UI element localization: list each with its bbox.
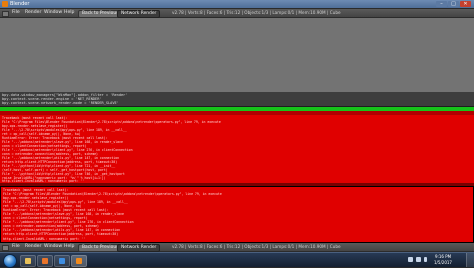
close-button[interactable]: ✕ — [460, 1, 471, 7]
show-desktop-button[interactable] — [466, 253, 474, 267]
maximize-button[interactable]: □ — [448, 1, 459, 7]
taskbar-app[interactable] — [37, 255, 53, 267]
editor-type-icon[interactable] — [2, 245, 9, 251]
network-icon[interactable] — [408, 257, 413, 262]
back-to-previous-button[interactable]: Back to Previous — [78, 244, 123, 252]
error-log-bottom[interactable]: Traceback (most recent call last): File … — [0, 186, 474, 243]
menu-file[interactable]: File — [12, 9, 20, 17]
scene-stats: v2.78 | Verts:8 | Faces:6 | Tris:12 | Ob… — [172, 10, 341, 15]
window-titlebar: Blender – □ ✕ — [0, 0, 474, 8]
menu-window[interactable]: Window — [44, 9, 62, 17]
browser-icon — [59, 258, 65, 264]
top-info-header: File Render Window Help Back to Previous… — [0, 9, 474, 18]
clock-date[interactable]: 1/5/2017 — [430, 260, 456, 265]
render-engine-select[interactable]: Network Render — [117, 10, 161, 18]
console-line: bpy.context.scene.network_render.mode = … — [2, 101, 119, 105]
window-title: Blender — [10, 1, 30, 7]
flag-icon[interactable] — [424, 257, 427, 262]
menu-window[interactable]: Window — [44, 243, 62, 251]
blender-icon — [76, 258, 82, 264]
volume-icon[interactable] — [416, 257, 421, 262]
scene-stats: v2.78 | Verts:8 | Faces:6 | Tris:12 | Ob… — [172, 244, 341, 249]
explorer-icon — [25, 258, 31, 264]
menu-help[interactable]: Help — [64, 9, 74, 17]
taskbar-app[interactable] — [54, 255, 70, 267]
menu-help[interactable]: Help — [64, 243, 74, 251]
back-to-previous-button[interactable]: Back to Previous — [78, 10, 123, 18]
python-console[interactable]: bpy.data.window_managers["WinMan"].addon… — [0, 92, 474, 106]
media-player-icon — [42, 258, 48, 264]
editor-type-icon[interactable] — [2, 11, 9, 17]
taskbar-app[interactable] — [20, 255, 36, 267]
taskbar-app-active[interactable] — [71, 255, 87, 267]
clock-time[interactable]: 9:16 PM — [430, 254, 456, 259]
menu-render[interactable]: Render — [25, 243, 41, 251]
render-engine-select[interactable]: Network Render — [117, 244, 161, 252]
blender-logo-icon — [2, 1, 8, 7]
empty-editor-area[interactable] — [0, 18, 474, 92]
error-log-top[interactable]: Traceback (most recent call last): File … — [0, 115, 474, 183]
minimize-button[interactable]: – — [436, 1, 447, 7]
menu-render[interactable]: Render — [25, 9, 41, 17]
taskbar: 9:16 PM 1/5/2017 — [0, 252, 474, 268]
log-line: http.client.InvalidURL: nonnumeric port:… — [3, 237, 86, 241]
menu-file[interactable]: File — [12, 243, 20, 251]
bottom-info-header: File Render Window Help Back to Previous… — [0, 243, 474, 252]
log-line: return http.client.HTTPConnection(addres… — [3, 232, 119, 236]
